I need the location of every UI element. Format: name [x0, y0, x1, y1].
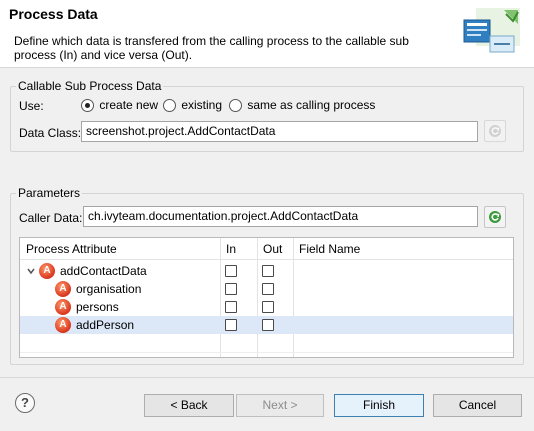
table-header: Process Attribute In Out Field Name [20, 238, 513, 260]
data-class-field[interactable]: screenshot.project.AddContactData [81, 121, 478, 142]
radio-indicator[interactable] [229, 99, 242, 113]
radio-label: existing [181, 98, 223, 112]
column-header-out[interactable]: Out [257, 238, 282, 260]
radio-create-new[interactable]: create new [81, 98, 159, 113]
refresh-icon [489, 125, 501, 137]
table-row[interactable]: A addContactData [20, 262, 513, 280]
attribute-name: organisation [76, 282, 142, 296]
page-title: Process Data [9, 6, 98, 22]
attribute-name: addContactData [60, 264, 147, 278]
radio-indicator[interactable] [163, 99, 176, 113]
data-class-browse-button[interactable] [484, 120, 506, 142]
attribute-icon: A [55, 299, 71, 315]
footer-separator [0, 377, 534, 378]
table-row[interactable]: A addPerson [20, 316, 513, 334]
radio-label: same as calling process [247, 98, 376, 112]
in-checkbox[interactable] [225, 265, 237, 277]
radio-label: create new [99, 98, 159, 112]
attribute-icon: A [55, 281, 71, 297]
attribute-icon: A [55, 317, 71, 333]
attribute-name: persons [76, 300, 119, 314]
cancel-button[interactable]: Cancel [433, 394, 522, 417]
out-checkbox[interactable] [262, 283, 274, 295]
caller-data-label: Caller Data: [19, 211, 83, 225]
column-header-field-name[interactable]: Field Name [293, 238, 360, 260]
page-description: Define which data is transfered from the… [14, 34, 409, 62]
callable-group-label: Callable Sub Process Data [16, 79, 164, 93]
data-class-label: Data Class: [19, 126, 82, 140]
chevron-down-icon[interactable] [26, 266, 36, 276]
process-attribute-table[interactable]: Process Attribute In Out Field Name A ad… [19, 237, 514, 358]
in-checkbox[interactable] [225, 301, 237, 313]
finish-button[interactable]: Finish [334, 394, 424, 417]
refresh-icon [489, 211, 501, 223]
parameters-group-label: Parameters [16, 186, 83, 200]
attribute-name: addPerson [76, 318, 135, 332]
out-checkbox[interactable] [262, 301, 274, 313]
wizard-banner-icon [463, 8, 520, 53]
next-button[interactable]: Next > [236, 394, 324, 417]
attribute-icon: A [39, 263, 55, 279]
out-checkbox[interactable] [262, 319, 274, 331]
column-header-in[interactable]: In [220, 238, 236, 260]
table-row[interactable]: A organisation [20, 280, 513, 298]
caller-data-field[interactable]: ch.ivyteam.documentation.project.AddCont… [83, 206, 478, 227]
radio-indicator[interactable] [81, 99, 94, 113]
dialog-header: Process Data Define which data is transf… [0, 0, 534, 68]
caller-data-browse-button[interactable] [484, 206, 506, 228]
column-header-process-attribute[interactable]: Process Attribute [20, 238, 117, 260]
out-checkbox[interactable] [262, 265, 274, 277]
in-checkbox[interactable] [225, 319, 237, 331]
radio-existing[interactable]: existing [163, 98, 223, 113]
help-icon[interactable]: ? [15, 393, 35, 413]
empty-row-separator [20, 352, 513, 353]
table-row[interactable]: A persons [20, 298, 513, 316]
radio-same-as-calling[interactable]: same as calling process [229, 98, 376, 113]
back-button[interactable]: < Back [144, 394, 234, 417]
callable-subprocess-group: Callable Sub Process Data [10, 79, 524, 152]
use-label: Use: [19, 99, 44, 113]
in-checkbox[interactable] [225, 283, 237, 295]
